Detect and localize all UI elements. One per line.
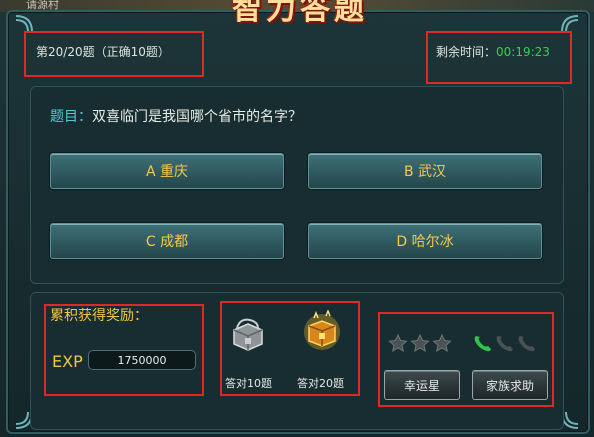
title-text: 智力答题	[232, 0, 368, 27]
chest-10-label: 答对10题	[225, 377, 272, 390]
family-help-button[interactable]: 家族求助	[472, 370, 548, 400]
lucky-stars-indicator	[388, 334, 452, 352]
phone-icon	[518, 336, 535, 352]
exp-label: EXP	[52, 352, 83, 371]
family-calls-indicator	[474, 336, 535, 352]
star-icon	[432, 334, 452, 352]
option-c-button[interactable]: C 成都	[50, 223, 284, 259]
quiz-window: 请源村 智力答题 第20/20题（正确10题） 剩余时间：00:19:23 题目…	[0, 0, 594, 437]
lucky-star-button[interactable]: 幸运星	[384, 370, 460, 400]
silver-chest-icon[interactable]	[228, 314, 268, 354]
time-remaining: 剩余时间：00:19:23	[436, 43, 550, 60]
timer-label: 剩余时间：	[436, 45, 497, 59]
question-text: 双喜临门是我国哪个省市的名字？	[92, 109, 302, 125]
option-b-button[interactable]: B 武汉	[308, 153, 542, 189]
page-title: 智力答题	[200, 0, 400, 27]
timer-value: 00:19:23	[496, 45, 550, 59]
gold-chest-icon[interactable]	[302, 310, 342, 350]
rewards-title: 累积获得奖励：	[50, 308, 148, 324]
star-icon	[388, 334, 408, 352]
exp-value: 1750000	[88, 350, 196, 370]
phone-icon-active	[474, 336, 491, 352]
question-progress: 第20/20题（正确10题）	[36, 45, 170, 59]
phone-icon	[496, 336, 513, 352]
option-d-button[interactable]: D 哈尔冰	[308, 223, 542, 259]
question: 题目：双喜临门是我国哪个省市的名字？	[50, 106, 302, 126]
option-a-button[interactable]: A 重庆	[50, 153, 284, 189]
star-icon	[410, 334, 430, 352]
chest-20-label: 答对20题	[297, 377, 344, 390]
question-label: 题目：	[50, 109, 92, 125]
